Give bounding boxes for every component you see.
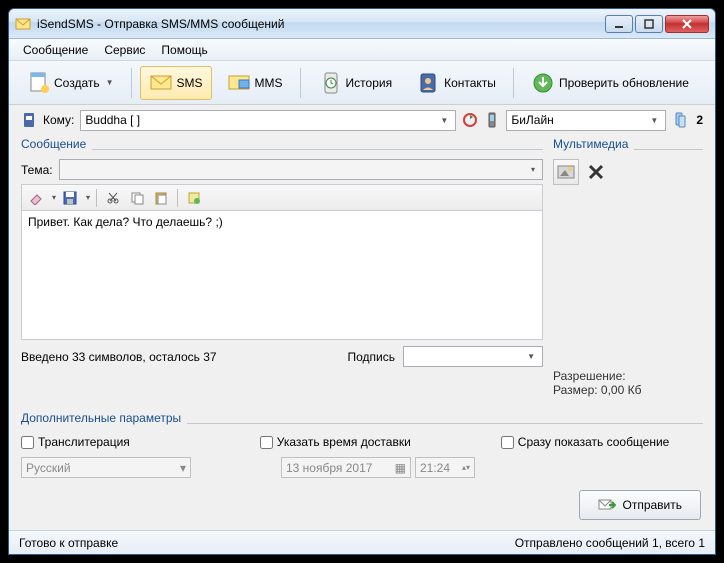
phone-icon[interactable] <box>484 112 500 128</box>
create-label: Создать <box>54 76 100 90</box>
to-combo[interactable]: Buddha [ ] ▼ <box>80 110 456 131</box>
multimedia-group-label: Мультимедиа <box>553 135 628 155</box>
contacts-label: Контакты <box>444 76 496 90</box>
new-document-icon <box>26 71 50 95</box>
to-label: Кому: <box>43 113 74 127</box>
window-title: iSendSMS - Отправка SMS/MMS сообщений <box>37 17 605 31</box>
theme-combo[interactable]: ▾ <box>59 159 543 180</box>
lang-combo[interactable]: Русский▾ <box>21 457 191 478</box>
char-counter: Введено 33 символов, осталось 37 <box>21 350 217 364</box>
translit-label: Транслитерация <box>38 435 130 449</box>
message-group-label: Сообщение <box>21 135 86 155</box>
send-icon <box>598 496 616 514</box>
status-right: Отправлено сообщений 1, всего 1 <box>515 536 705 550</box>
status-left: Готово к отправке <box>19 536 118 550</box>
eraser-icon[interactable] <box>26 188 46 208</box>
send-button[interactable]: Отправить <box>579 490 701 520</box>
main-window: iSendSMS - Отправка SMS/MMS сообщений Со… <box>8 8 716 555</box>
time-picker[interactable]: 21:24 ▴▾ <box>415 457 475 478</box>
carrier-value: БиЛайн <box>511 113 553 127</box>
menu-service[interactable]: Сервис <box>96 41 153 59</box>
close-button[interactable] <box>665 15 709 33</box>
toolbar: Создать ▼ SMS MMS История Контакты Прове… <box>9 61 715 105</box>
create-button[interactable]: Создать ▼ <box>17 66 123 100</box>
spinner-icon: ▴▾ <box>462 463 470 472</box>
extra-params: Дополнительные параметры Транслитерация … <box>9 405 715 486</box>
date-value: 13 ноября 2017 <box>286 461 372 475</box>
maximize-button[interactable] <box>635 15 663 33</box>
chevron-down-icon[interactable]: ▼ <box>647 116 661 125</box>
delivery-checkbox[interactable]: Указать время доставки <box>260 435 411 449</box>
shownow-label: Сразу показать сообщение <box>518 435 670 449</box>
history-label: История <box>346 76 393 90</box>
sms-button[interactable]: SMS <box>140 66 212 100</box>
mms-label: MMS <box>255 76 283 90</box>
chevron-down-icon[interactable]: ▾ <box>528 165 538 174</box>
date-picker[interactable]: 13 ноября 2017 ▦ <box>281 457 411 478</box>
recipients-icon[interactable] <box>672 112 688 128</box>
to-value: Buddha [ ] <box>85 113 140 127</box>
chevron-down-icon: ▼ <box>106 78 114 87</box>
statusbar: Готово к отправке Отправлено сообщений 1… <box>9 530 715 554</box>
chevron-down-icon[interactable]: ▼ <box>437 116 451 125</box>
update-icon <box>531 71 555 95</box>
calendar-icon: ▦ <box>395 461 406 475</box>
minimize-button[interactable] <box>605 15 633 33</box>
addressbook-icon <box>21 112 37 128</box>
sms-icon <box>149 71 173 95</box>
copy-icon[interactable] <box>127 188 147 208</box>
history-button[interactable]: История <box>309 66 402 100</box>
message-toolbar: ▾ ▾ <box>21 184 543 210</box>
titlebar: iSendSMS - Отправка SMS/MMS сообщений <box>9 9 715 39</box>
resolution-text: Разрешение: <box>553 369 703 383</box>
update-label: Проверить обновление <box>559 76 689 90</box>
signature-combo[interactable]: ▼ <box>403 346 543 367</box>
time-value: 21:24 <box>420 461 450 475</box>
shownow-checkbox[interactable]: Сразу показать сообщение <box>501 435 670 449</box>
save-icon[interactable] <box>60 188 80 208</box>
mms-button[interactable]: MMS <box>218 66 292 100</box>
mms-icon <box>227 71 251 95</box>
chevron-down-icon[interactable]: ▼ <box>524 352 538 361</box>
sms-label: SMS <box>177 76 203 90</box>
contacts-icon <box>416 71 440 95</box>
refresh-icon[interactable] <box>462 112 478 128</box>
chevron-down-icon[interactable]: ▾ <box>52 193 56 202</box>
sign-label: Подпись <box>348 350 396 364</box>
size-text: Размер: 0,00 Кб <box>553 383 703 397</box>
message-textarea[interactable] <box>21 210 543 340</box>
menu-help[interactable]: Помощь <box>153 41 215 59</box>
send-label: Отправить <box>622 498 682 512</box>
history-icon <box>318 71 342 95</box>
cut-icon[interactable] <box>103 188 123 208</box>
app-icon <box>15 16 31 32</box>
translit-checkbox[interactable]: Транслитерация <box>21 435 130 449</box>
paste-icon[interactable] <box>151 188 171 208</box>
extra-group-label: Дополнительные параметры <box>21 409 181 429</box>
menubar: Сообщение Сервис Помощь <box>9 39 715 61</box>
main-area: Сообщение Тема: ▾ ▾ ▾ <box>9 135 715 405</box>
lang-value: Русский <box>26 461 71 475</box>
menu-message[interactable]: Сообщение <box>15 41 96 59</box>
theme-label: Тема: <box>21 163 53 177</box>
delivery-label: Указать время доставки <box>277 435 411 449</box>
contacts-button[interactable]: Контакты <box>407 66 505 100</box>
carrier-combo[interactable]: БиЛайн ▼ <box>506 110 666 131</box>
insert-icon[interactable] <box>184 188 204 208</box>
chevron-down-icon[interactable]: ▾ <box>86 193 90 202</box>
update-button[interactable]: Проверить обновление <box>522 66 698 100</box>
remove-image-button[interactable] <box>583 159 609 185</box>
recipient-count: 2 <box>696 113 703 127</box>
add-image-button[interactable] <box>553 159 579 185</box>
address-row: Кому: Buddha [ ] ▼ БиЛайн ▼ 2 <box>9 105 715 135</box>
